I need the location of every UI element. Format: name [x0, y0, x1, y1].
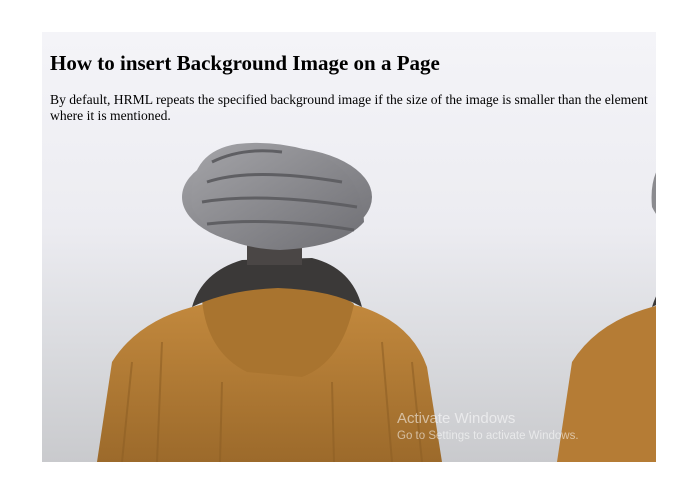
watermark-title: Activate Windows: [397, 410, 516, 427]
watermark-subtitle: Go to Settings to activate Windows.: [397, 430, 579, 442]
windows-activation-watermark: Activate Windows Go to Settings to activ…: [397, 410, 579, 444]
browser-viewport: How to insert Background Image on a Page…: [42, 32, 656, 462]
page-content: How to insert Background Image on a Page…: [50, 32, 650, 124]
page-heading: How to insert Background Image on a Page: [50, 51, 440, 75]
page-paragraph: By default, HRML repeats the specified b…: [50, 92, 648, 123]
